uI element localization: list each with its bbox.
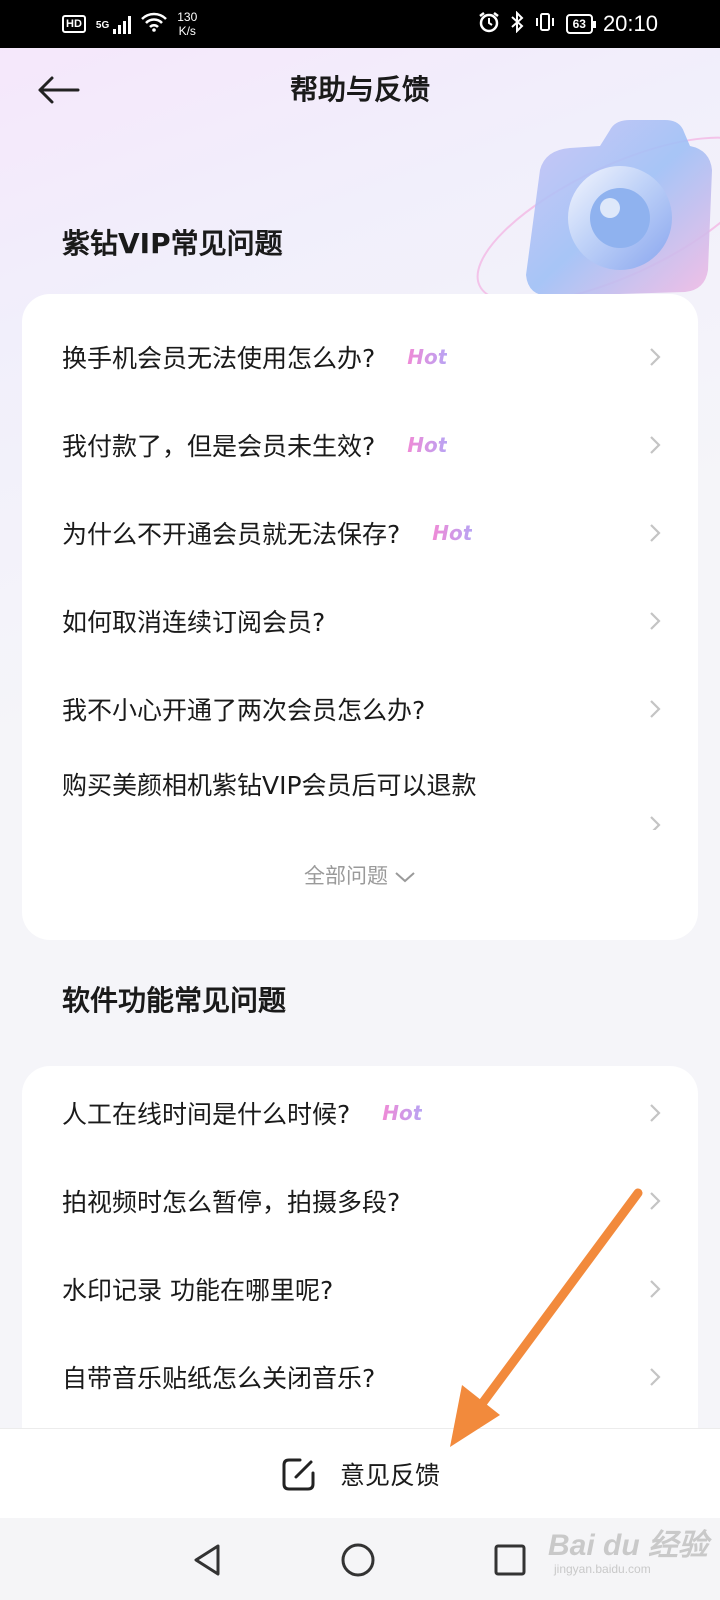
speed-unit: K/s xyxy=(178,24,196,38)
feedback-button[interactable]: 意见反馈 xyxy=(280,1447,440,1501)
all-questions-button[interactable]: 全部问题 xyxy=(22,860,698,890)
square-recents-icon xyxy=(494,1544,526,1576)
feedback-bar: 意见反馈 xyxy=(0,1428,720,1518)
chevron-right-icon xyxy=(650,524,661,542)
signal-icon xyxy=(113,14,132,34)
chevron-right-icon xyxy=(650,1104,661,1122)
hot-badge: Hot xyxy=(407,433,448,457)
question-text: 拍视频时怎么暂停，拍摄多段? xyxy=(62,1188,401,1217)
speed-value: 130 xyxy=(177,10,198,24)
all-questions-label: 全部问题 xyxy=(304,864,388,888)
section-title-software: 软件功能常见问题 xyxy=(62,984,287,1017)
list-item[interactable]: 拍视频时怎么暂停，拍摄多段? xyxy=(22,1156,698,1246)
chevron-right-icon xyxy=(650,348,661,366)
hot-badge: Hot xyxy=(432,521,473,545)
chevron-right-icon xyxy=(650,1192,661,1210)
back-button[interactable] xyxy=(30,70,86,110)
list-item[interactable]: 如何取消连续订阅会员? xyxy=(22,576,698,666)
triangle-back-icon xyxy=(194,1544,220,1576)
circle-home-icon xyxy=(341,1543,375,1577)
list-item[interactable]: 我不小心开通了两次会员怎么办? xyxy=(22,664,698,754)
list-item[interactable]: 为什么不开通会员就无法保存? Hot xyxy=(22,488,698,578)
nav-recents-button[interactable] xyxy=(488,1538,532,1582)
back-arrow-icon xyxy=(38,76,80,104)
question-text: 水印记录 功能在哪里呢? xyxy=(62,1276,334,1305)
network-type: 5G xyxy=(95,20,110,31)
bluetooth-icon xyxy=(510,10,524,38)
list-item[interactable]: 购买美颜相机紫钻VIP会员后可以退款 xyxy=(22,750,698,830)
question-text: 购买美颜相机紫钻VIP会员后可以退款 xyxy=(62,771,477,800)
hot-badge: Hot xyxy=(407,345,448,369)
wifi-icon xyxy=(141,12,168,37)
network-speed: 130 K/s xyxy=(177,10,197,38)
feedback-label: 意见反馈 xyxy=(340,1461,441,1490)
watermark-brand: Bai du 经验 xyxy=(548,1529,709,1562)
hot-badge: Hot xyxy=(382,1101,423,1125)
question-text: 自带音乐贴纸怎么关闭音乐? xyxy=(62,1364,376,1393)
camera-illustration xyxy=(460,100,720,310)
software-faq-card: 人工在线时间是什么时候? Hot 拍视频时怎么暂停，拍摄多段? 水印记录 功能在… xyxy=(22,1066,698,1466)
baidu-watermark: Bai du 经验 jingyan.baidu.com xyxy=(548,1520,708,1590)
question-text: 人工在线时间是什么时候? xyxy=(62,1100,351,1129)
clock: 20:10 xyxy=(602,11,658,36)
alarm-icon xyxy=(478,11,500,38)
list-item[interactable]: 自带音乐贴纸怎么关闭音乐? xyxy=(22,1332,698,1422)
watermark-url: jingyan.baidu.com xyxy=(554,1562,651,1576)
status-bar: HD 5G 130 K/s 63 20:10 xyxy=(0,0,720,48)
chevron-right-icon xyxy=(650,700,661,718)
list-item[interactable]: 水印记录 功能在哪里呢? xyxy=(22,1244,698,1334)
list-item[interactable]: 人工在线时间是什么时候? Hot xyxy=(22,1068,698,1158)
question-text: 我不小心开通了两次会员怎么办? xyxy=(62,696,426,725)
edit-icon xyxy=(282,1458,315,1491)
chevron-right-icon xyxy=(650,612,661,630)
question-text: 我付款了，但是会员未生效? xyxy=(62,432,376,461)
chevron-right-icon xyxy=(650,436,661,454)
list-item[interactable]: 我付款了，但是会员未生效? Hot xyxy=(22,400,698,490)
vip-faq-card: 换手机会员无法使用怎么办? Hot 我付款了，但是会员未生效? Hot 为什么不… xyxy=(22,294,698,940)
nav-home-button[interactable] xyxy=(336,1538,380,1582)
chevron-down-icon xyxy=(395,872,415,883)
chevron-right-icon xyxy=(650,1368,661,1386)
vibrate-icon xyxy=(534,11,556,38)
chevron-right-icon xyxy=(650,1280,661,1298)
question-text: 如何取消连续订阅会员? xyxy=(62,608,326,637)
list-item[interactable]: 换手机会员无法使用怎么办? Hot xyxy=(22,312,698,402)
hd-badge: HD xyxy=(62,15,86,33)
chevron-right-icon xyxy=(650,816,661,830)
nav-back-button[interactable] xyxy=(186,1538,230,1582)
question-text: 换手机会员无法使用怎么办? xyxy=(62,344,376,373)
question-text: 为什么不开通会员就无法保存? xyxy=(62,520,401,549)
battery-indicator: 63 xyxy=(565,14,597,34)
section-title-vip: 紫钻VIP常见问题 xyxy=(62,227,283,260)
